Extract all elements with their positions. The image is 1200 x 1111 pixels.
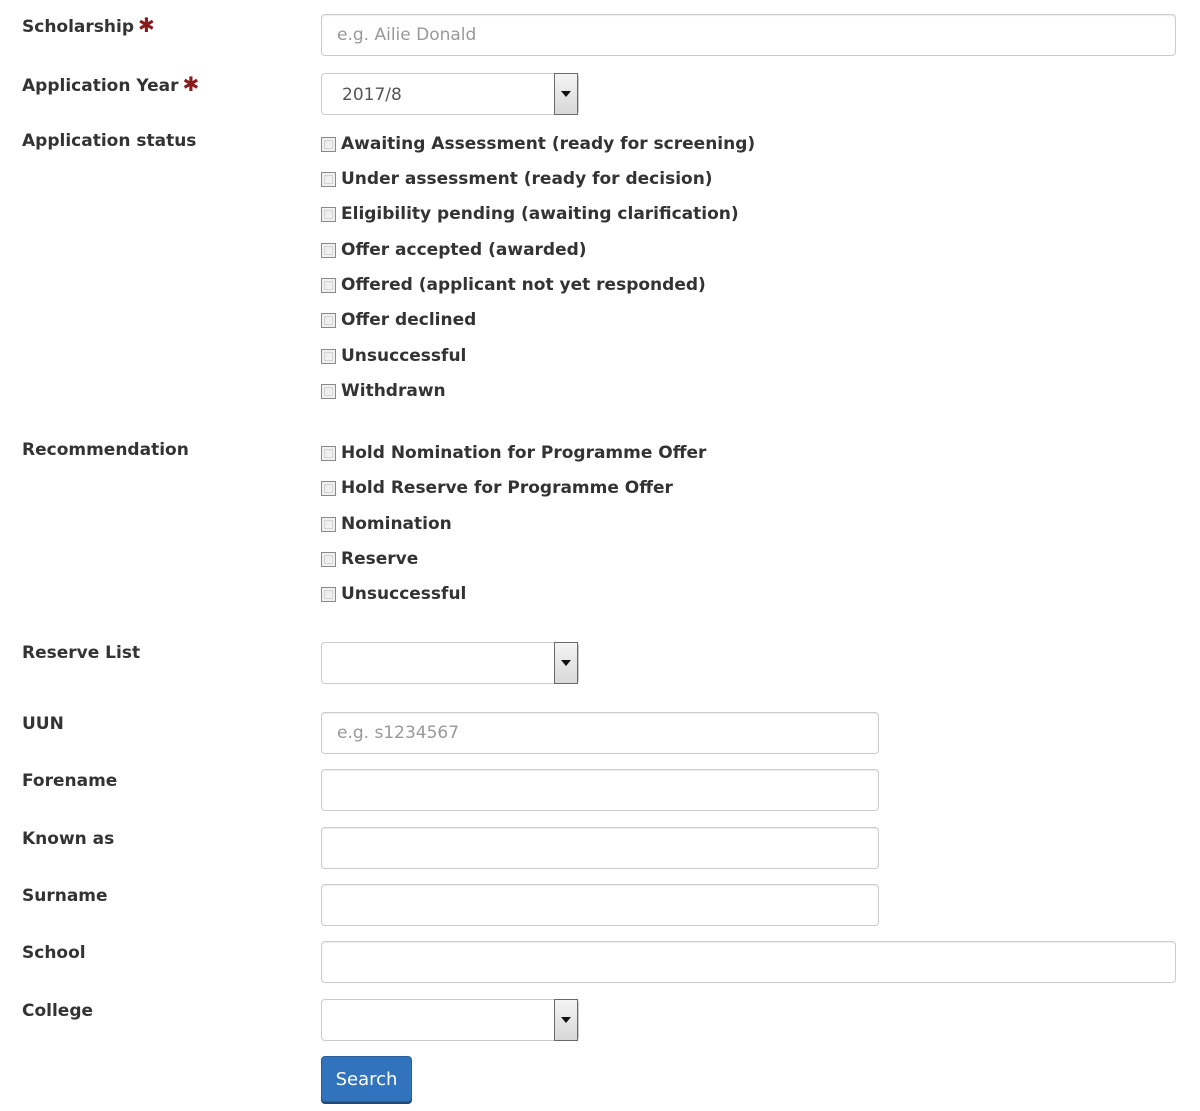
status-option-under-assessment[interactable]: Under assessment (ready for decision) <box>321 168 713 190</box>
status-option-awaiting-assessment[interactable]: Awaiting Assessment (ready for screening… <box>321 133 755 155</box>
checkbox-label[interactable]: Offer declined <box>341 310 476 330</box>
chevron-down-icon <box>561 1017 571 1023</box>
required-asterisk-icon: ✱ <box>138 13 155 37</box>
school-label: School <box>22 943 86 963</box>
application-year-dropdown-button[interactable] <box>554 73 578 115</box>
checkbox[interactable] <box>321 206 336 222</box>
scholarship-input[interactable] <box>321 14 1176 56</box>
application-year-label: Application Year ✱ <box>22 74 199 96</box>
recommendation-option-hold-nomination[interactable]: Hold Nomination for Programme Offer <box>321 442 706 464</box>
checkbox-label[interactable]: Under assessment (ready for decision) <box>341 169 713 189</box>
checkbox[interactable] <box>321 445 336 461</box>
known-as-label: Known as <box>22 829 115 849</box>
checkbox-label[interactable]: Unsuccessful <box>341 584 466 604</box>
status-option-offered[interactable]: Offered (applicant not yet responded) <box>321 274 706 296</box>
required-asterisk-icon: ✱ <box>182 72 200 96</box>
recommendation-option-hold-reserve[interactable]: Hold Reserve for Programme Offer <box>321 477 673 499</box>
recommendation-option-unsuccessful[interactable]: Unsuccessful <box>321 583 466 605</box>
reserve-list-dropdown-button[interactable] <box>554 642 578 684</box>
surname-input[interactable] <box>321 884 879 926</box>
checkbox[interactable] <box>321 551 336 567</box>
checkbox[interactable] <box>321 480 336 496</box>
uun-label: UUN <box>22 714 64 734</box>
known-as-input[interactable] <box>321 827 879 869</box>
forename-input[interactable] <box>321 769 879 811</box>
reserve-list-label: Reserve List <box>22 643 141 663</box>
school-input[interactable] <box>321 941 1176 983</box>
checkbox-label[interactable]: Hold Nomination for Programme Offer <box>341 443 706 463</box>
college-dropdown-button[interactable] <box>554 999 578 1041</box>
status-option-eligibility-pending[interactable]: Eligibility pending (awaiting clarificat… <box>321 203 739 225</box>
surname-label: Surname <box>22 886 108 906</box>
checkbox-label[interactable]: Hold Reserve for Programme Offer <box>341 478 673 498</box>
checkbox[interactable] <box>321 586 336 602</box>
checkbox-label[interactable]: Nomination <box>341 514 452 534</box>
checkbox-label[interactable]: Offer accepted (awarded) <box>341 240 587 260</box>
application-year-label-text: Application Year <box>22 76 179 96</box>
recommendation-option-nomination[interactable]: Nomination <box>321 513 452 535</box>
uun-input[interactable] <box>321 712 879 754</box>
application-year-value: 2017/8 <box>342 85 402 105</box>
status-option-withdrawn[interactable]: Withdrawn <box>321 380 446 402</box>
checkbox-label[interactable]: Eligibility pending (awaiting clarificat… <box>341 204 739 224</box>
forename-label: Forename <box>22 771 118 791</box>
checkbox[interactable] <box>321 516 336 532</box>
search-button[interactable]: Search <box>321 1056 412 1102</box>
checkbox[interactable] <box>321 242 336 258</box>
checkbox[interactable] <box>321 348 336 364</box>
chevron-down-icon <box>561 91 571 97</box>
recommendation-label: Recommendation <box>22 440 189 460</box>
checkbox[interactable] <box>321 312 336 328</box>
checkbox[interactable] <box>321 136 336 152</box>
application-status-label: Application status <box>22 131 197 151</box>
checkbox[interactable] <box>321 277 336 293</box>
checkbox[interactable] <box>321 171 336 187</box>
application-year-select[interactable]: 2017/8 <box>321 73 579 115</box>
checkbox-label[interactable]: Reserve <box>341 549 418 569</box>
checkbox[interactable] <box>321 383 336 399</box>
status-option-unsuccessful[interactable]: Unsuccessful <box>321 345 466 367</box>
scholarship-label: Scholarship ✱ <box>22 15 155 37</box>
checkbox-label[interactable]: Awaiting Assessment (ready for screening… <box>341 134 755 154</box>
reserve-list-select[interactable] <box>321 642 579 684</box>
checkbox-label[interactable]: Withdrawn <box>341 381 446 401</box>
status-option-offer-accepted[interactable]: Offer accepted (awarded) <box>321 239 587 261</box>
checkbox-label[interactable]: Unsuccessful <box>341 346 466 366</box>
status-option-offer-declined[interactable]: Offer declined <box>321 309 476 331</box>
college-label: College <box>22 1001 94 1021</box>
college-select[interactable] <box>321 999 579 1041</box>
recommendation-option-reserve[interactable]: Reserve <box>321 548 418 570</box>
scholarship-label-text: Scholarship <box>22 17 135 37</box>
checkbox-label[interactable]: Offered (applicant not yet responded) <box>341 275 706 295</box>
chevron-down-icon <box>561 660 571 666</box>
